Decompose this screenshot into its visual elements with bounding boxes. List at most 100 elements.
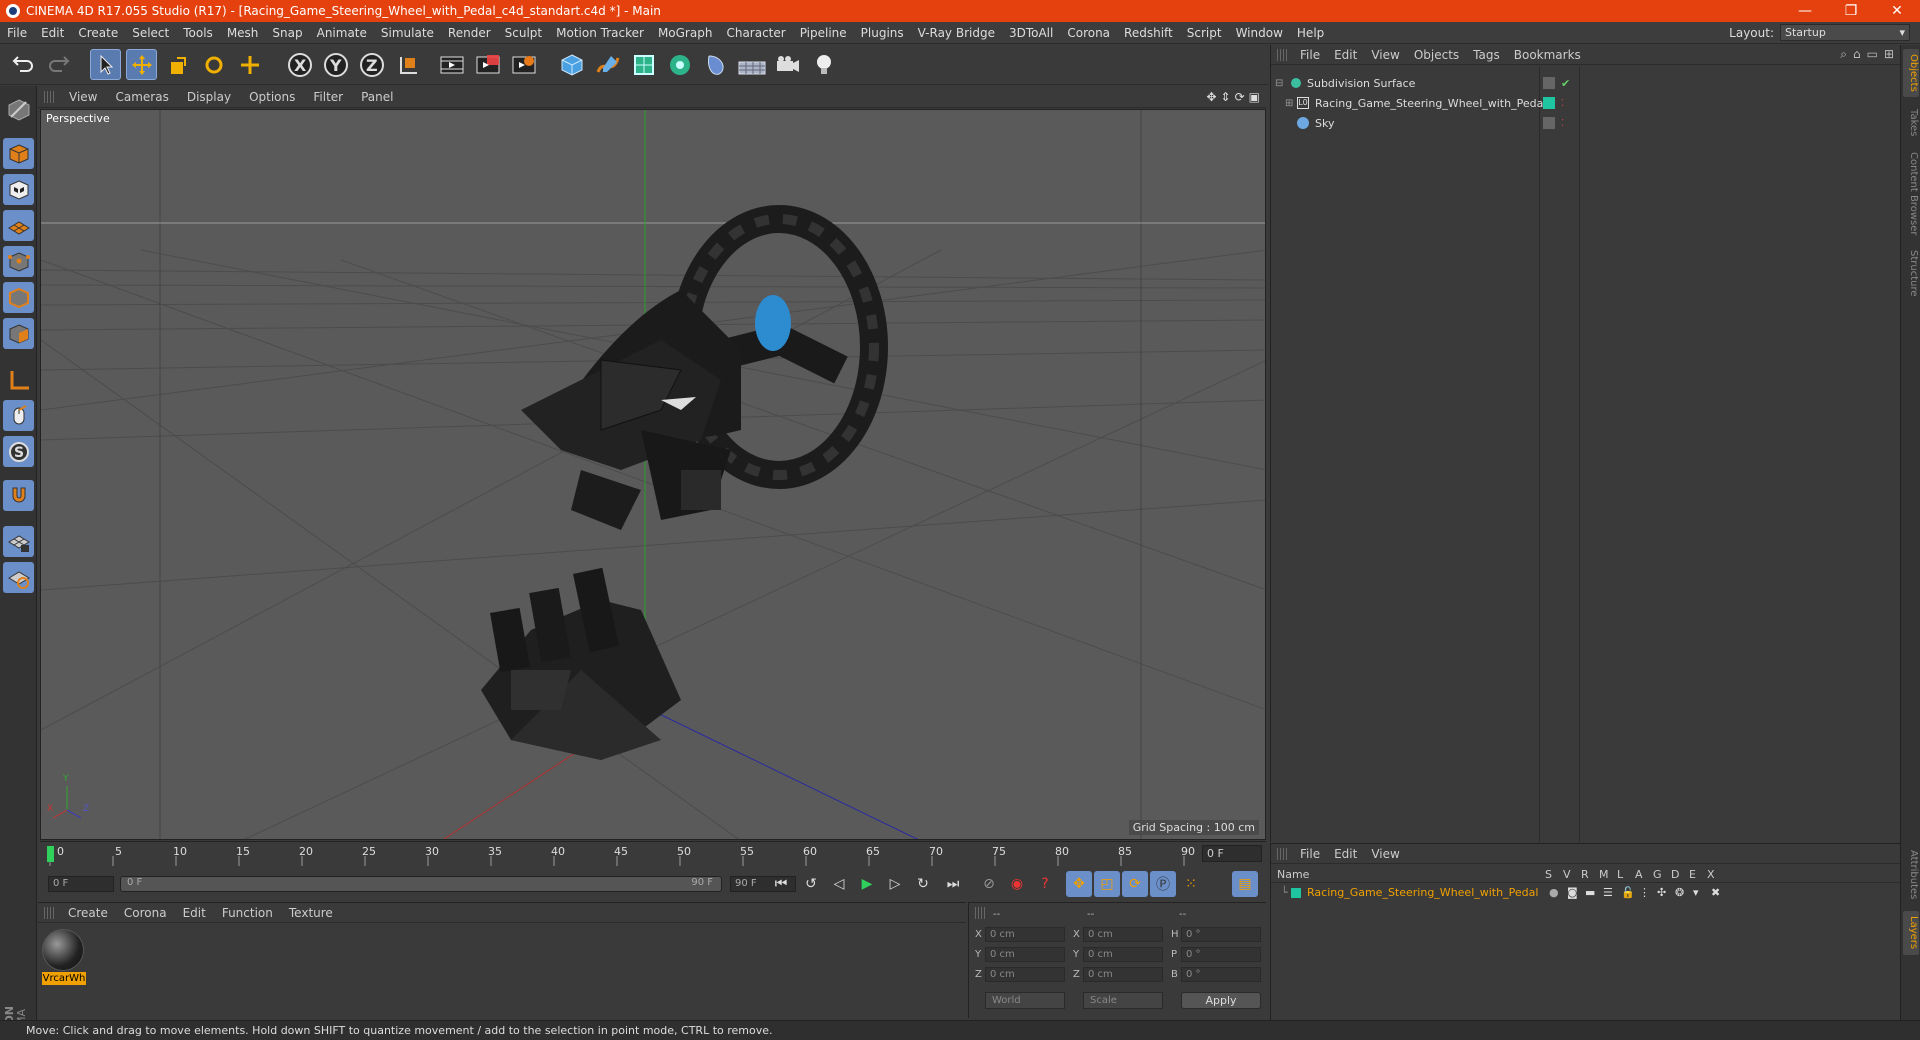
floor-object-icon[interactable] xyxy=(736,49,767,80)
layer-swatch-icon[interactable] xyxy=(1543,117,1555,129)
coord-pos-z-field[interactable]: 0 cm xyxy=(985,967,1065,982)
menu-vray-bridge[interactable]: V-Ray Bridge xyxy=(911,26,1002,40)
panel-grip-icon[interactable] xyxy=(975,907,985,919)
close-button[interactable]: ✕ xyxy=(1874,3,1920,19)
layer-color-swatch[interactable] xyxy=(1291,887,1301,898)
prev-key-icon[interactable]: ↺ xyxy=(798,871,824,897)
col-expressions[interactable]: E xyxy=(1689,868,1707,881)
model-mode-icon[interactable] xyxy=(3,138,34,169)
restore-button[interactable]: ❐ xyxy=(1828,3,1874,19)
material-menu-create[interactable]: Create xyxy=(60,906,116,920)
layer-swatch-icon[interactable] xyxy=(1543,77,1555,89)
key-parameter-icon[interactable]: Ⓟ xyxy=(1150,871,1176,897)
cube-object-icon[interactable] xyxy=(556,49,587,80)
layer-name[interactable]: Racing_Game_Steering_Wheel_with_Pedal xyxy=(1307,886,1549,899)
col-xref[interactable]: X xyxy=(1707,868,1725,881)
menu-animate[interactable]: Animate xyxy=(310,26,374,40)
coord-rot-h-field[interactable]: 0 ° xyxy=(1181,927,1261,942)
maximize-view-icon[interactable]: ▣ xyxy=(1249,90,1260,104)
enabled-check-icon[interactable]: ✔ xyxy=(1561,77,1570,90)
tab-layers[interactable]: Layers xyxy=(1903,911,1919,955)
expand-icon[interactable]: ⊞ xyxy=(1884,47,1894,62)
manager-toggle-icon[interactable]: ☰ xyxy=(1603,886,1621,899)
live-selection-icon[interactable] xyxy=(90,49,121,80)
col-solo[interactable]: S xyxy=(1545,868,1563,881)
menu-script[interactable]: Script xyxy=(1180,26,1229,40)
menu-mesh[interactable]: Mesh xyxy=(220,26,266,40)
deformer-icon[interactable] xyxy=(700,49,731,80)
deformers-toggle-icon[interactable]: ❂ xyxy=(1675,886,1693,899)
menu-corona[interactable]: Corona xyxy=(1060,26,1117,40)
objects-menu-bookmarks[interactable]: Bookmarks xyxy=(1507,48,1588,62)
viewport-menu-filter[interactable]: Filter xyxy=(304,90,352,104)
coord-rot-b-field[interactable]: 0 ° xyxy=(1181,967,1261,982)
material-menu-edit[interactable]: Edit xyxy=(175,906,214,920)
make-editable-icon[interactable] xyxy=(3,94,34,125)
material-swatch[interactable]: VrcarWh xyxy=(42,929,86,985)
menu-plugins[interactable]: Plugins xyxy=(854,26,911,40)
rotate-view-icon[interactable]: ⟳ xyxy=(1235,90,1245,104)
transform-tool-icon[interactable] xyxy=(234,49,265,80)
menu-window[interactable]: Window xyxy=(1229,26,1290,40)
menu-help[interactable]: Help xyxy=(1290,26,1331,40)
rotate-tool-icon[interactable] xyxy=(198,49,229,80)
coord-pos-x-field[interactable]: 0 cm xyxy=(985,927,1065,942)
y-axis-lock-icon[interactable]: Y xyxy=(320,49,351,80)
points-mode-icon[interactable] xyxy=(3,246,34,277)
col-generators[interactable]: G xyxy=(1653,868,1671,881)
lock-toggle-icon[interactable]: 🔓 xyxy=(1621,886,1639,899)
keyframe-selection-icon[interactable]: ? xyxy=(1032,871,1058,897)
camera-object-icon[interactable] xyxy=(772,49,803,80)
object-name[interactable]: Sky xyxy=(1315,117,1334,130)
autokey-icon[interactable]: ◉ xyxy=(1004,871,1030,897)
coord-size-y-field[interactable]: 0 cm xyxy=(1083,947,1163,962)
material-menu-texture[interactable]: Texture xyxy=(281,906,341,920)
layers-menu-edit[interactable]: Edit xyxy=(1327,847,1364,861)
col-manager[interactable]: M xyxy=(1599,868,1617,881)
layers-menu-file[interactable]: File xyxy=(1293,847,1327,861)
layers-menu-view[interactable]: View xyxy=(1364,847,1406,861)
layer-row[interactable]: └ Racing_Game_Steering_Wheel_with_Pedal … xyxy=(1271,884,1901,901)
tweak-mode-icon[interactable] xyxy=(3,400,34,431)
col-deformers[interactable]: D xyxy=(1671,868,1689,881)
panel-grip-icon[interactable] xyxy=(44,90,54,103)
x-axis-lock-icon[interactable]: X xyxy=(284,49,315,80)
menu-sculpt[interactable]: Sculpt xyxy=(498,26,549,40)
pan-view-icon[interactable]: ✥ xyxy=(1206,90,1216,104)
tab-content-browser[interactable]: Content Browser xyxy=(1903,149,1919,239)
light-object-icon[interactable] xyxy=(808,49,839,80)
key-rotation-icon[interactable]: ⟳ xyxy=(1122,871,1148,897)
cloner-icon[interactable] xyxy=(664,49,695,80)
new-window-icon[interactable]: ▭ xyxy=(1867,47,1878,62)
object-row-sky[interactable]: Sky ⁚ xyxy=(1271,113,1901,133)
zoom-view-icon[interactable]: ⇕ xyxy=(1221,90,1231,104)
object-row-racing-wheel[interactable]: ⊞ L0 Racing_Game_Steering_Wheel_with_Ped… xyxy=(1271,93,1901,113)
panel-grip-icon[interactable] xyxy=(44,906,54,919)
prev-frame-icon[interactable]: ◁ xyxy=(826,871,852,897)
menu-render[interactable]: Render xyxy=(441,26,498,40)
pen-spline-icon[interactable] xyxy=(592,49,623,80)
material-menu-corona[interactable]: Corona xyxy=(116,906,175,920)
axis-mode-icon[interactable] xyxy=(3,364,34,395)
object-name[interactable]: Subdivision Surface xyxy=(1307,77,1415,90)
viewport-camera-label[interactable]: Perspective xyxy=(46,112,110,125)
menu-motion-tracker[interactable]: Motion Tracker xyxy=(549,26,651,40)
frame-range-slider[interactable]: 0 F 90 F xyxy=(120,876,722,892)
col-view[interactable]: V xyxy=(1563,868,1581,881)
coordinate-system-icon[interactable] xyxy=(392,49,423,80)
coord-system-dropdown[interactable]: World xyxy=(985,992,1065,1009)
col-render[interactable]: R xyxy=(1581,868,1599,881)
objects-menu-tags[interactable]: Tags xyxy=(1466,48,1507,62)
edges-mode-icon[interactable] xyxy=(3,282,34,313)
viewport-menu-view[interactable]: View xyxy=(60,90,106,104)
planar-workplane-icon[interactable] xyxy=(3,562,34,593)
col-name[interactable]: Name xyxy=(1277,868,1545,881)
search-icon[interactable]: ⌕ xyxy=(1840,47,1847,62)
objects-menu-objects[interactable]: Objects xyxy=(1407,48,1466,62)
solo-toggle-icon[interactable]: ● xyxy=(1549,886,1567,899)
next-frame-icon[interactable]: ▷ xyxy=(882,871,908,897)
objects-menu-file[interactable]: File xyxy=(1293,48,1327,62)
menu-character[interactable]: Character xyxy=(719,26,792,40)
layout-dropdown[interactable]: Startup xyxy=(1780,24,1910,41)
object-name[interactable]: Racing_Game_Steering_Wheel_with_Pedal xyxy=(1315,97,1546,110)
